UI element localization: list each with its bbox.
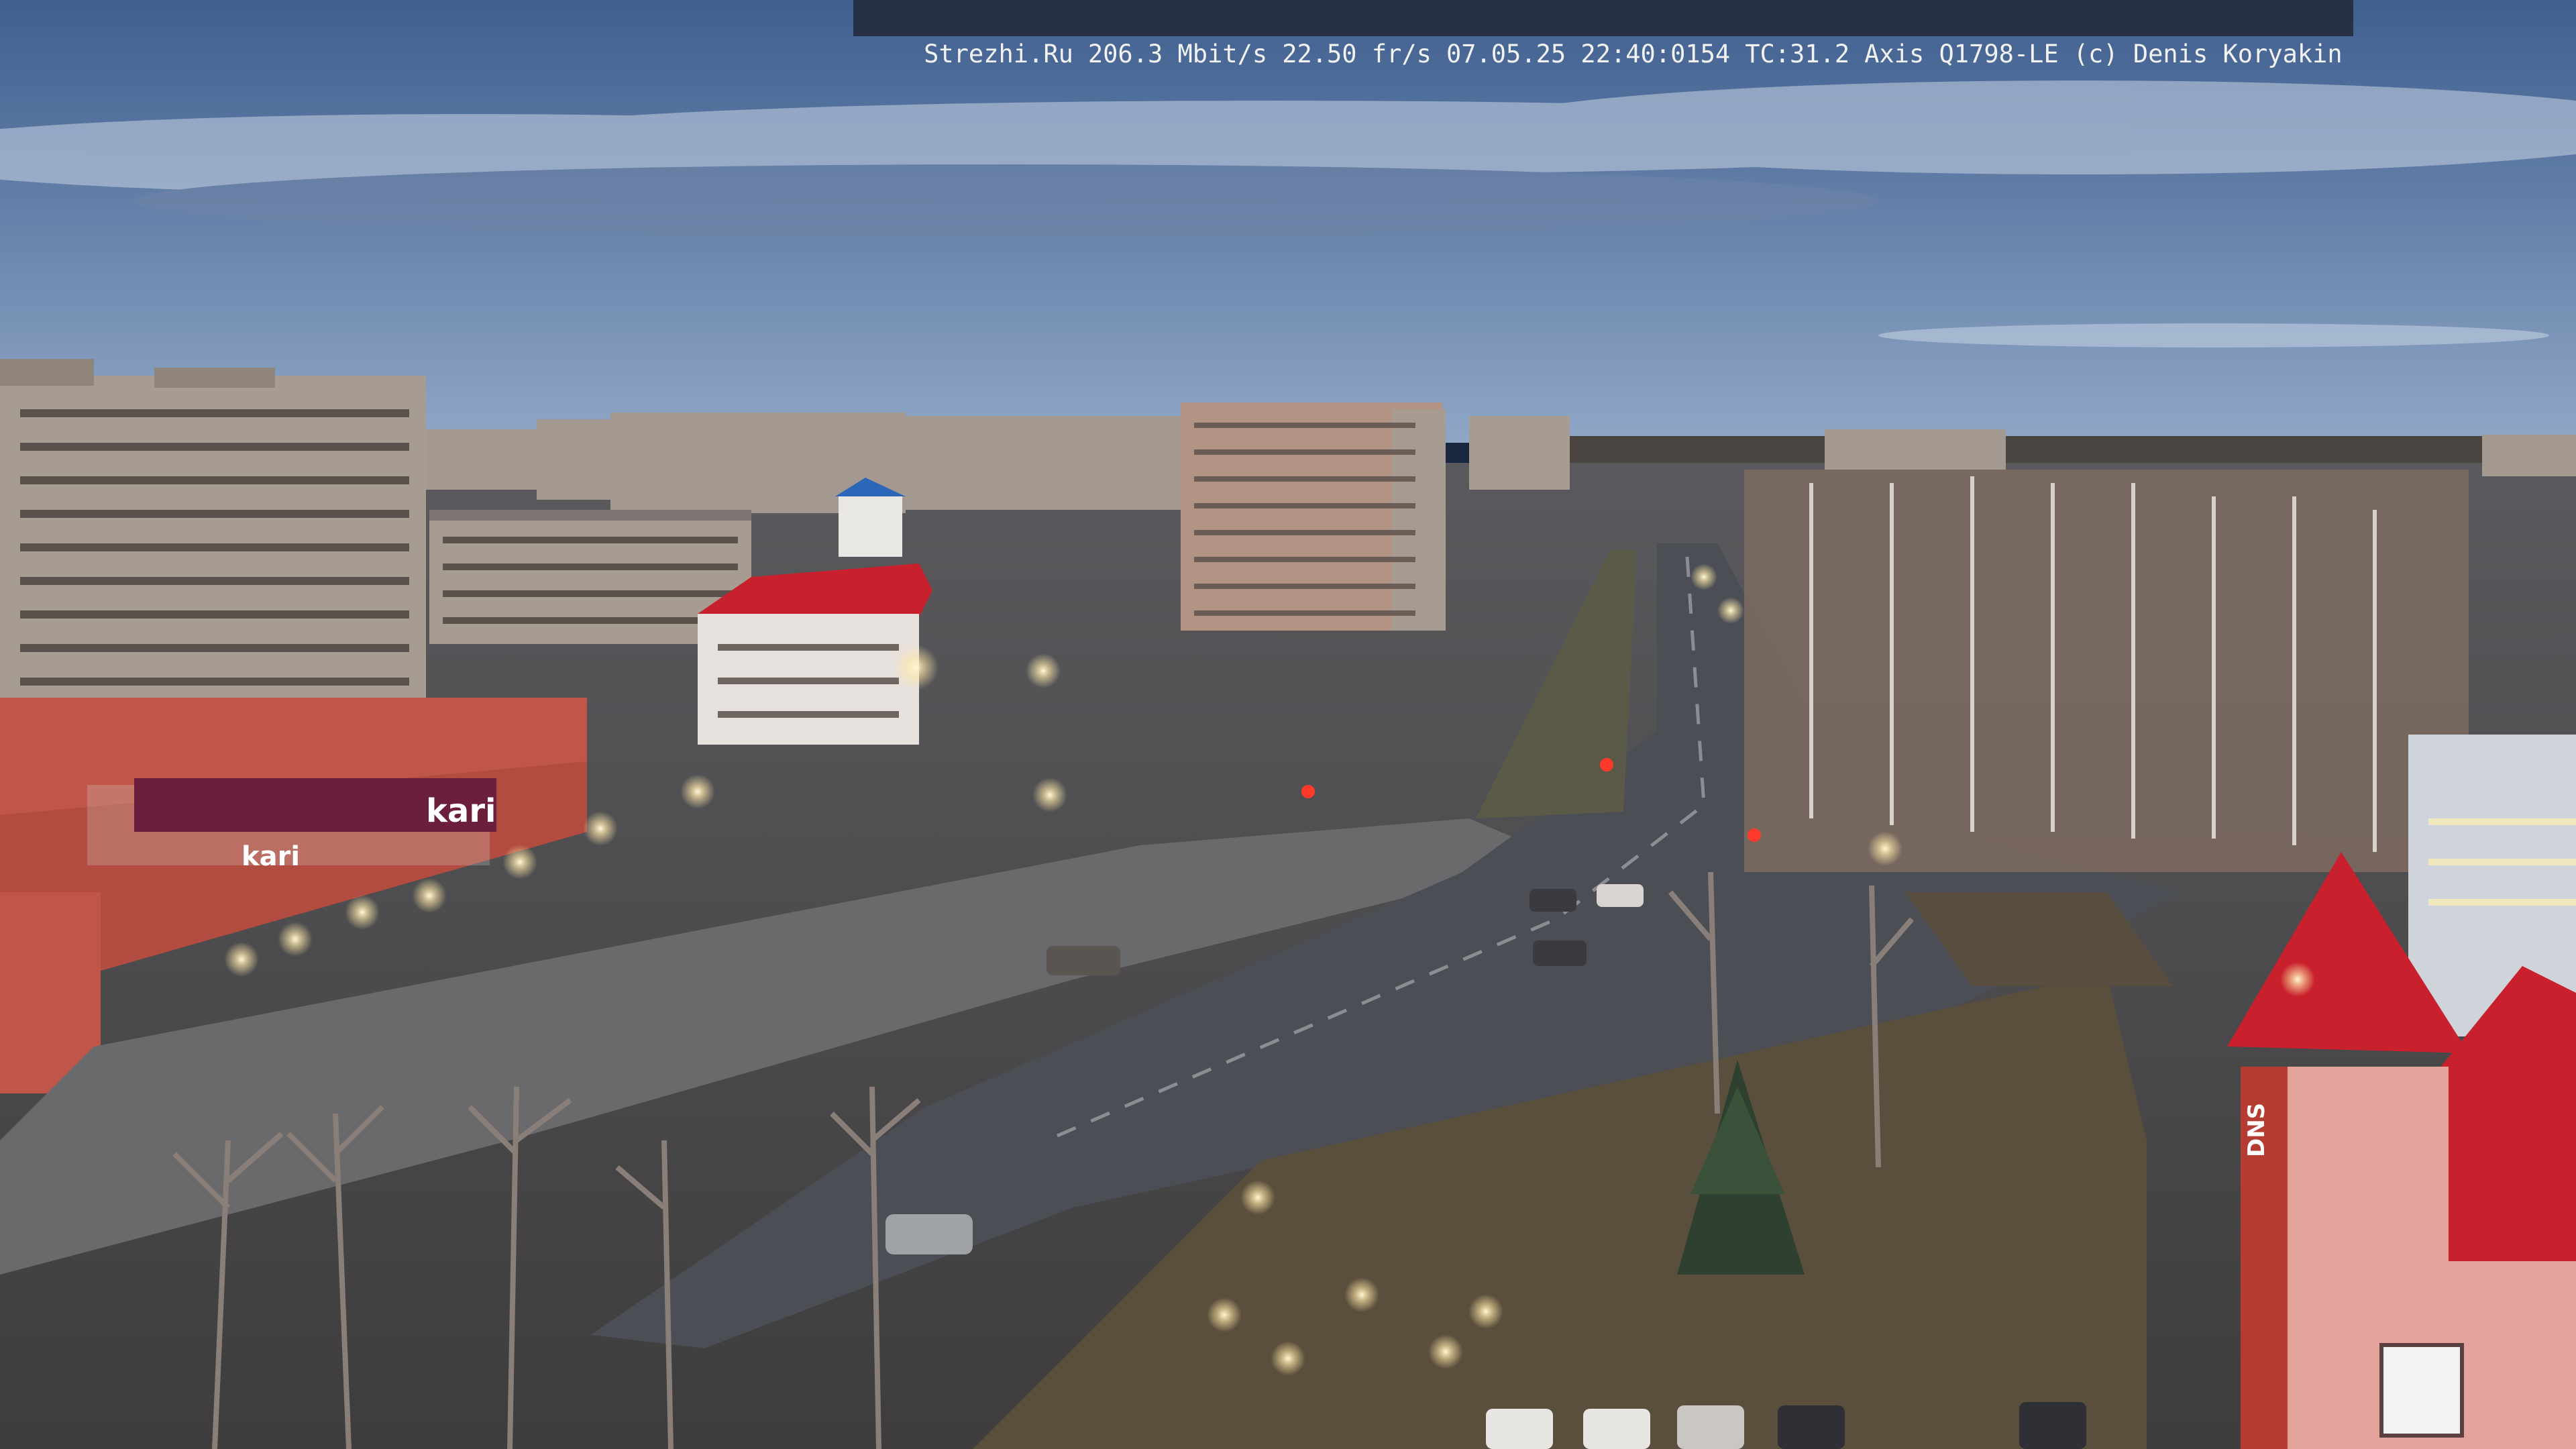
car — [885, 1214, 973, 1254]
car — [1533, 941, 1587, 966]
overlay-framerate: 22.50 fr/s — [1282, 40, 1432, 68]
overlay-camera: Axis Q1798-LE — [1864, 40, 2059, 68]
birch-grove — [1744, 470, 2469, 872]
kari-sign: kari — [426, 792, 496, 830]
overlay-site: Strezhi.Ru — [924, 40, 1073, 68]
car — [1597, 884, 1644, 907]
car — [1677, 1405, 1744, 1449]
car — [1778, 1405, 1845, 1449]
car — [1583, 1409, 1650, 1449]
car — [1486, 1409, 1553, 1449]
dns-sign: DNS — [2243, 1103, 2270, 1157]
car — [1529, 889, 1576, 912]
webcam-frame: kari kari DNS Strezhi.Ru 206.3 Mbit/s 22… — [0, 0, 2576, 1449]
overlay-bitrate: 206.3 Mbit/s — [1087, 40, 1268, 68]
car — [1046, 946, 1120, 975]
overlay-credit: (c) Denis Koryakin — [2073, 40, 2343, 68]
car — [2019, 1402, 2086, 1449]
street-scene: kari kari DNS — [0, 0, 2576, 1449]
camera-overlay: Strezhi.Ru 206.3 Mbit/s 22.50 fr/s 07.05.25… — [853, 0, 2353, 68]
overlay-tc: TC:31.2 — [1745, 40, 1850, 68]
overlay-datetime: 07.05.25 22:40:0154 — [1446, 40, 1731, 68]
red-roof-building — [698, 564, 932, 745]
kari-sign-lower: kari — [241, 841, 300, 872]
